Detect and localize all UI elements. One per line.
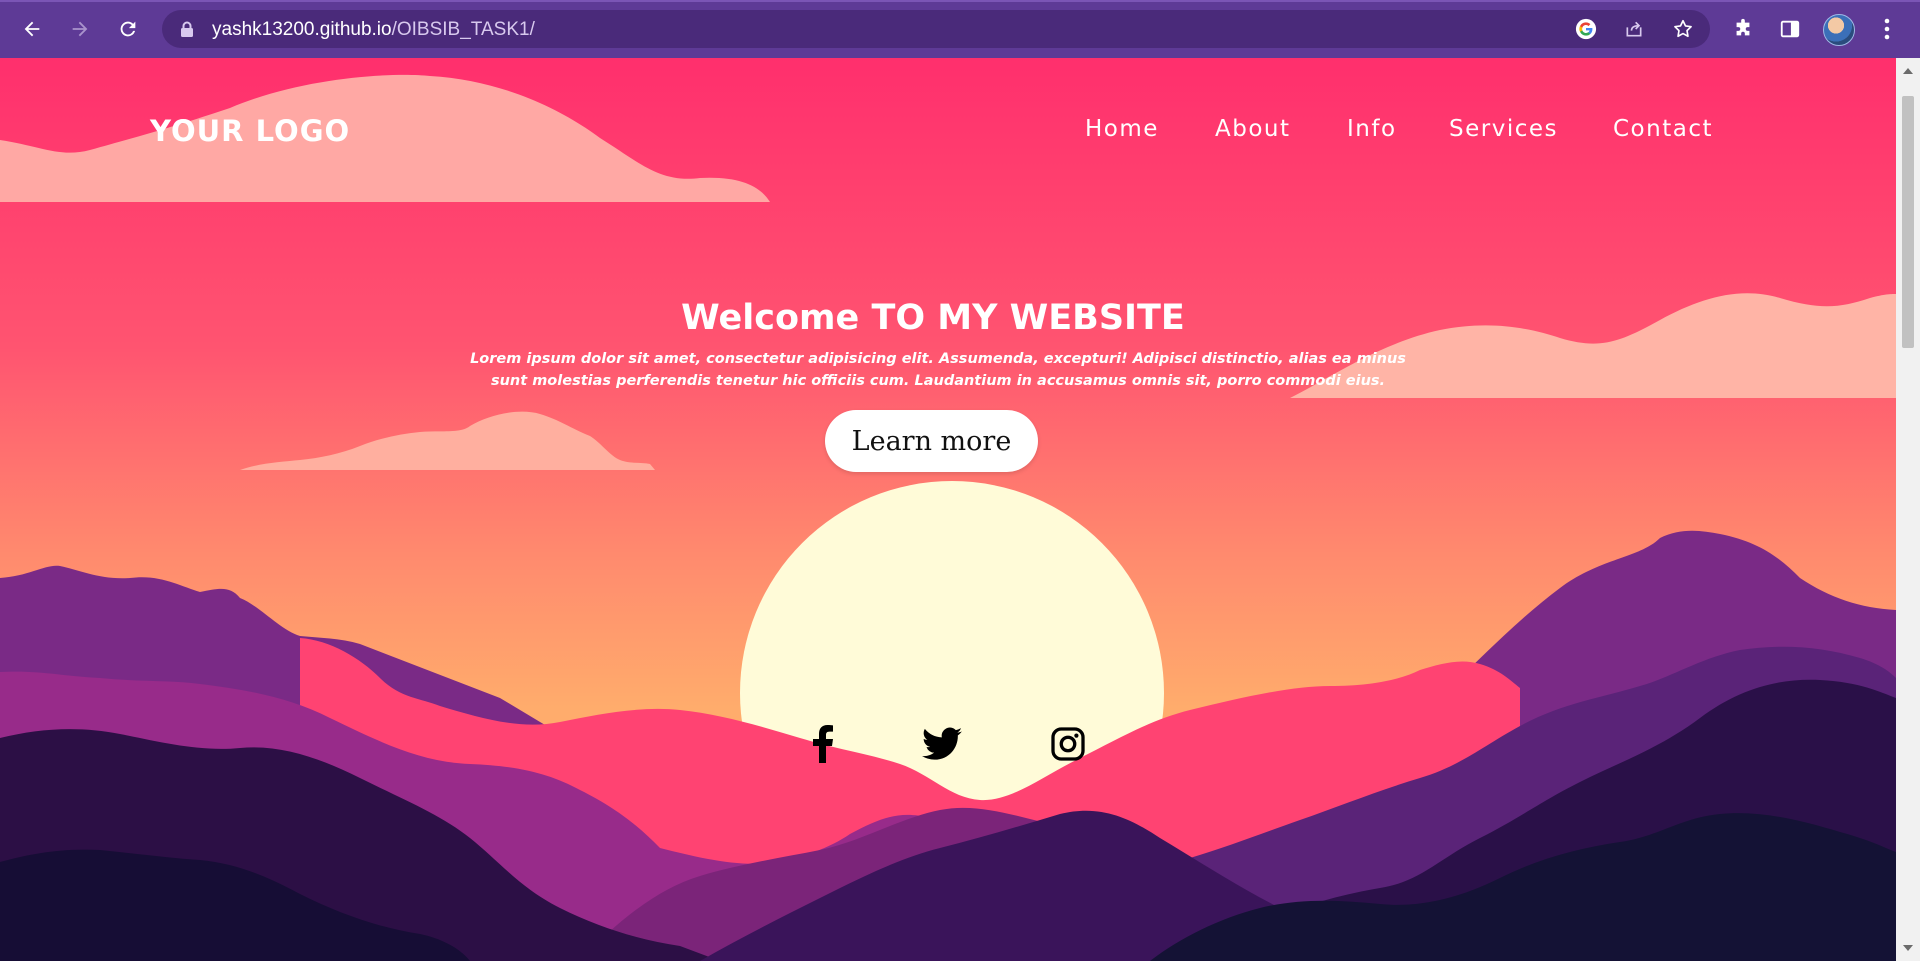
kebab-menu-icon[interactable] [1873, 15, 1901, 43]
side-panel-icon[interactable] [1776, 15, 1804, 43]
scroll-up-arrow-icon[interactable] [1903, 68, 1913, 74]
tab-strip-edge [0, 0, 1920, 2]
url-path: /OIBSIB_TASK1/ [391, 19, 535, 40]
share-icon[interactable] [1622, 17, 1646, 41]
learn-more-button[interactable]: Learn more [825, 410, 1038, 472]
forward-arrow-icon[interactable] [64, 13, 96, 45]
reload-icon[interactable] [112, 13, 144, 45]
vertical-scrollbar[interactable] [1896, 58, 1920, 961]
sunset-background [0, 58, 1896, 961]
star-icon[interactable] [1671, 17, 1695, 41]
scroll-thumb[interactable] [1902, 96, 1914, 348]
nav-home[interactable]: Home [1085, 116, 1159, 142]
instagram-icon[interactable] [1044, 720, 1092, 768]
back-arrow-icon[interactable] [16, 13, 48, 45]
browser-toolbar: yashk13200.github.io/OIBSIB_TASK1/ [0, 0, 1920, 58]
facebook-icon[interactable] [799, 720, 847, 768]
lock-icon[interactable] [180, 21, 194, 41]
page-viewport: YOUR LOGO Home About Info Services Conta… [0, 58, 1896, 961]
url-text: yashk13200.github.io/OIBSIB_TASK1/ [212, 19, 535, 41]
nav-contact[interactable]: Contact [1613, 116, 1713, 142]
nav-about[interactable]: About [1215, 116, 1291, 142]
scroll-down-arrow-icon[interactable] [1903, 945, 1913, 951]
profile-avatar[interactable] [1823, 14, 1855, 46]
nav-services[interactable]: Services [1449, 116, 1558, 142]
hero-paragraph: Lorem ipsum dolor sit amet, consectetur … [470, 351, 1406, 389]
address-bar[interactable]: yashk13200.github.io/OIBSIB_TASK1/ [162, 10, 1710, 48]
nav-info[interactable]: Info [1347, 116, 1397, 142]
puzzle-icon[interactable] [1729, 15, 1757, 43]
google-icon[interactable] [1574, 17, 1598, 41]
site-logo[interactable]: YOUR LOGO [150, 114, 350, 148]
hero-title: Welcome TO MY WEBSITE [681, 298, 1185, 338]
url-host: yashk13200.github.io [212, 19, 392, 40]
twitter-icon[interactable] [918, 720, 966, 768]
